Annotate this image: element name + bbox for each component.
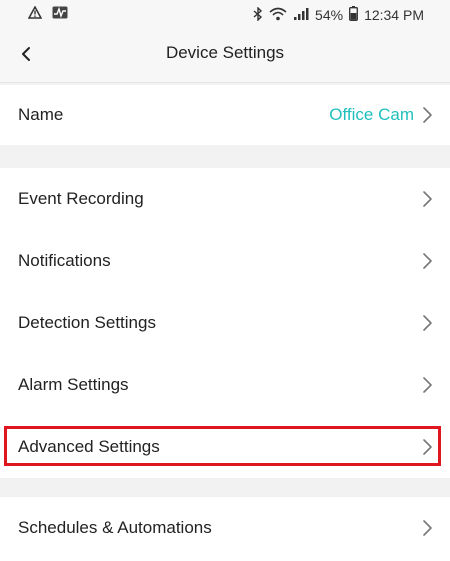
page-title: Device Settings [165, 43, 285, 62]
warning-icon [27, 5, 43, 22]
clock: 12:34 PM [364, 7, 424, 23]
settings-row-label: Event Recording [18, 189, 144, 208]
chevron-right-icon [420, 252, 434, 270]
settings-section: Event Recording Notifications Detection … [0, 168, 450, 478]
app-header: Device Settings [0, 28, 450, 83]
chevron-right-icon [420, 106, 434, 124]
battery-icon [349, 6, 359, 24]
automations-section: Schedules & Automations [0, 497, 450, 561]
name-value: Office Cam [329, 105, 414, 124]
wifi-icon [269, 7, 287, 24]
automations-label: Schedules & Automations [18, 518, 212, 537]
chevron-right-icon [420, 314, 434, 332]
settings-row-label: Detection Settings [18, 313, 156, 332]
settings-row-label: Notifications [18, 251, 111, 270]
battery-percent: 54% [315, 7, 344, 23]
settings-row-notifications[interactable]: Notifications [0, 230, 450, 292]
chevron-right-icon [420, 438, 434, 456]
settings-row-label: Alarm Settings [18, 375, 129, 394]
chevron-right-icon [420, 519, 434, 537]
settings-row-event-recording[interactable]: Event Recording [0, 168, 450, 230]
name-row[interactable]: Name Office Cam [0, 85, 450, 145]
status-bar: 54% 12:34 PM [0, 0, 450, 28]
bluetooth-icon [253, 5, 263, 24]
status-left [27, 5, 68, 22]
settings-row-detection-settings[interactable]: Detection Settings [0, 292, 450, 354]
automations-row[interactable]: Schedules & Automations [0, 497, 450, 559]
status-right: 54% 12:34 PM [253, 5, 424, 24]
settings-row-label: Advanced Settings [18, 437, 160, 456]
settings-row-advanced-settings[interactable]: Advanced Settings [0, 416, 450, 478]
name-label: Name [18, 105, 64, 124]
settings-row-alarm-settings[interactable]: Alarm Settings [0, 354, 450, 416]
chevron-right-icon [420, 190, 434, 208]
name-section: Name Office Cam [0, 85, 450, 145]
signal-icon [293, 7, 309, 24]
chevron-right-icon [420, 376, 434, 394]
activity-icon [52, 6, 68, 22]
